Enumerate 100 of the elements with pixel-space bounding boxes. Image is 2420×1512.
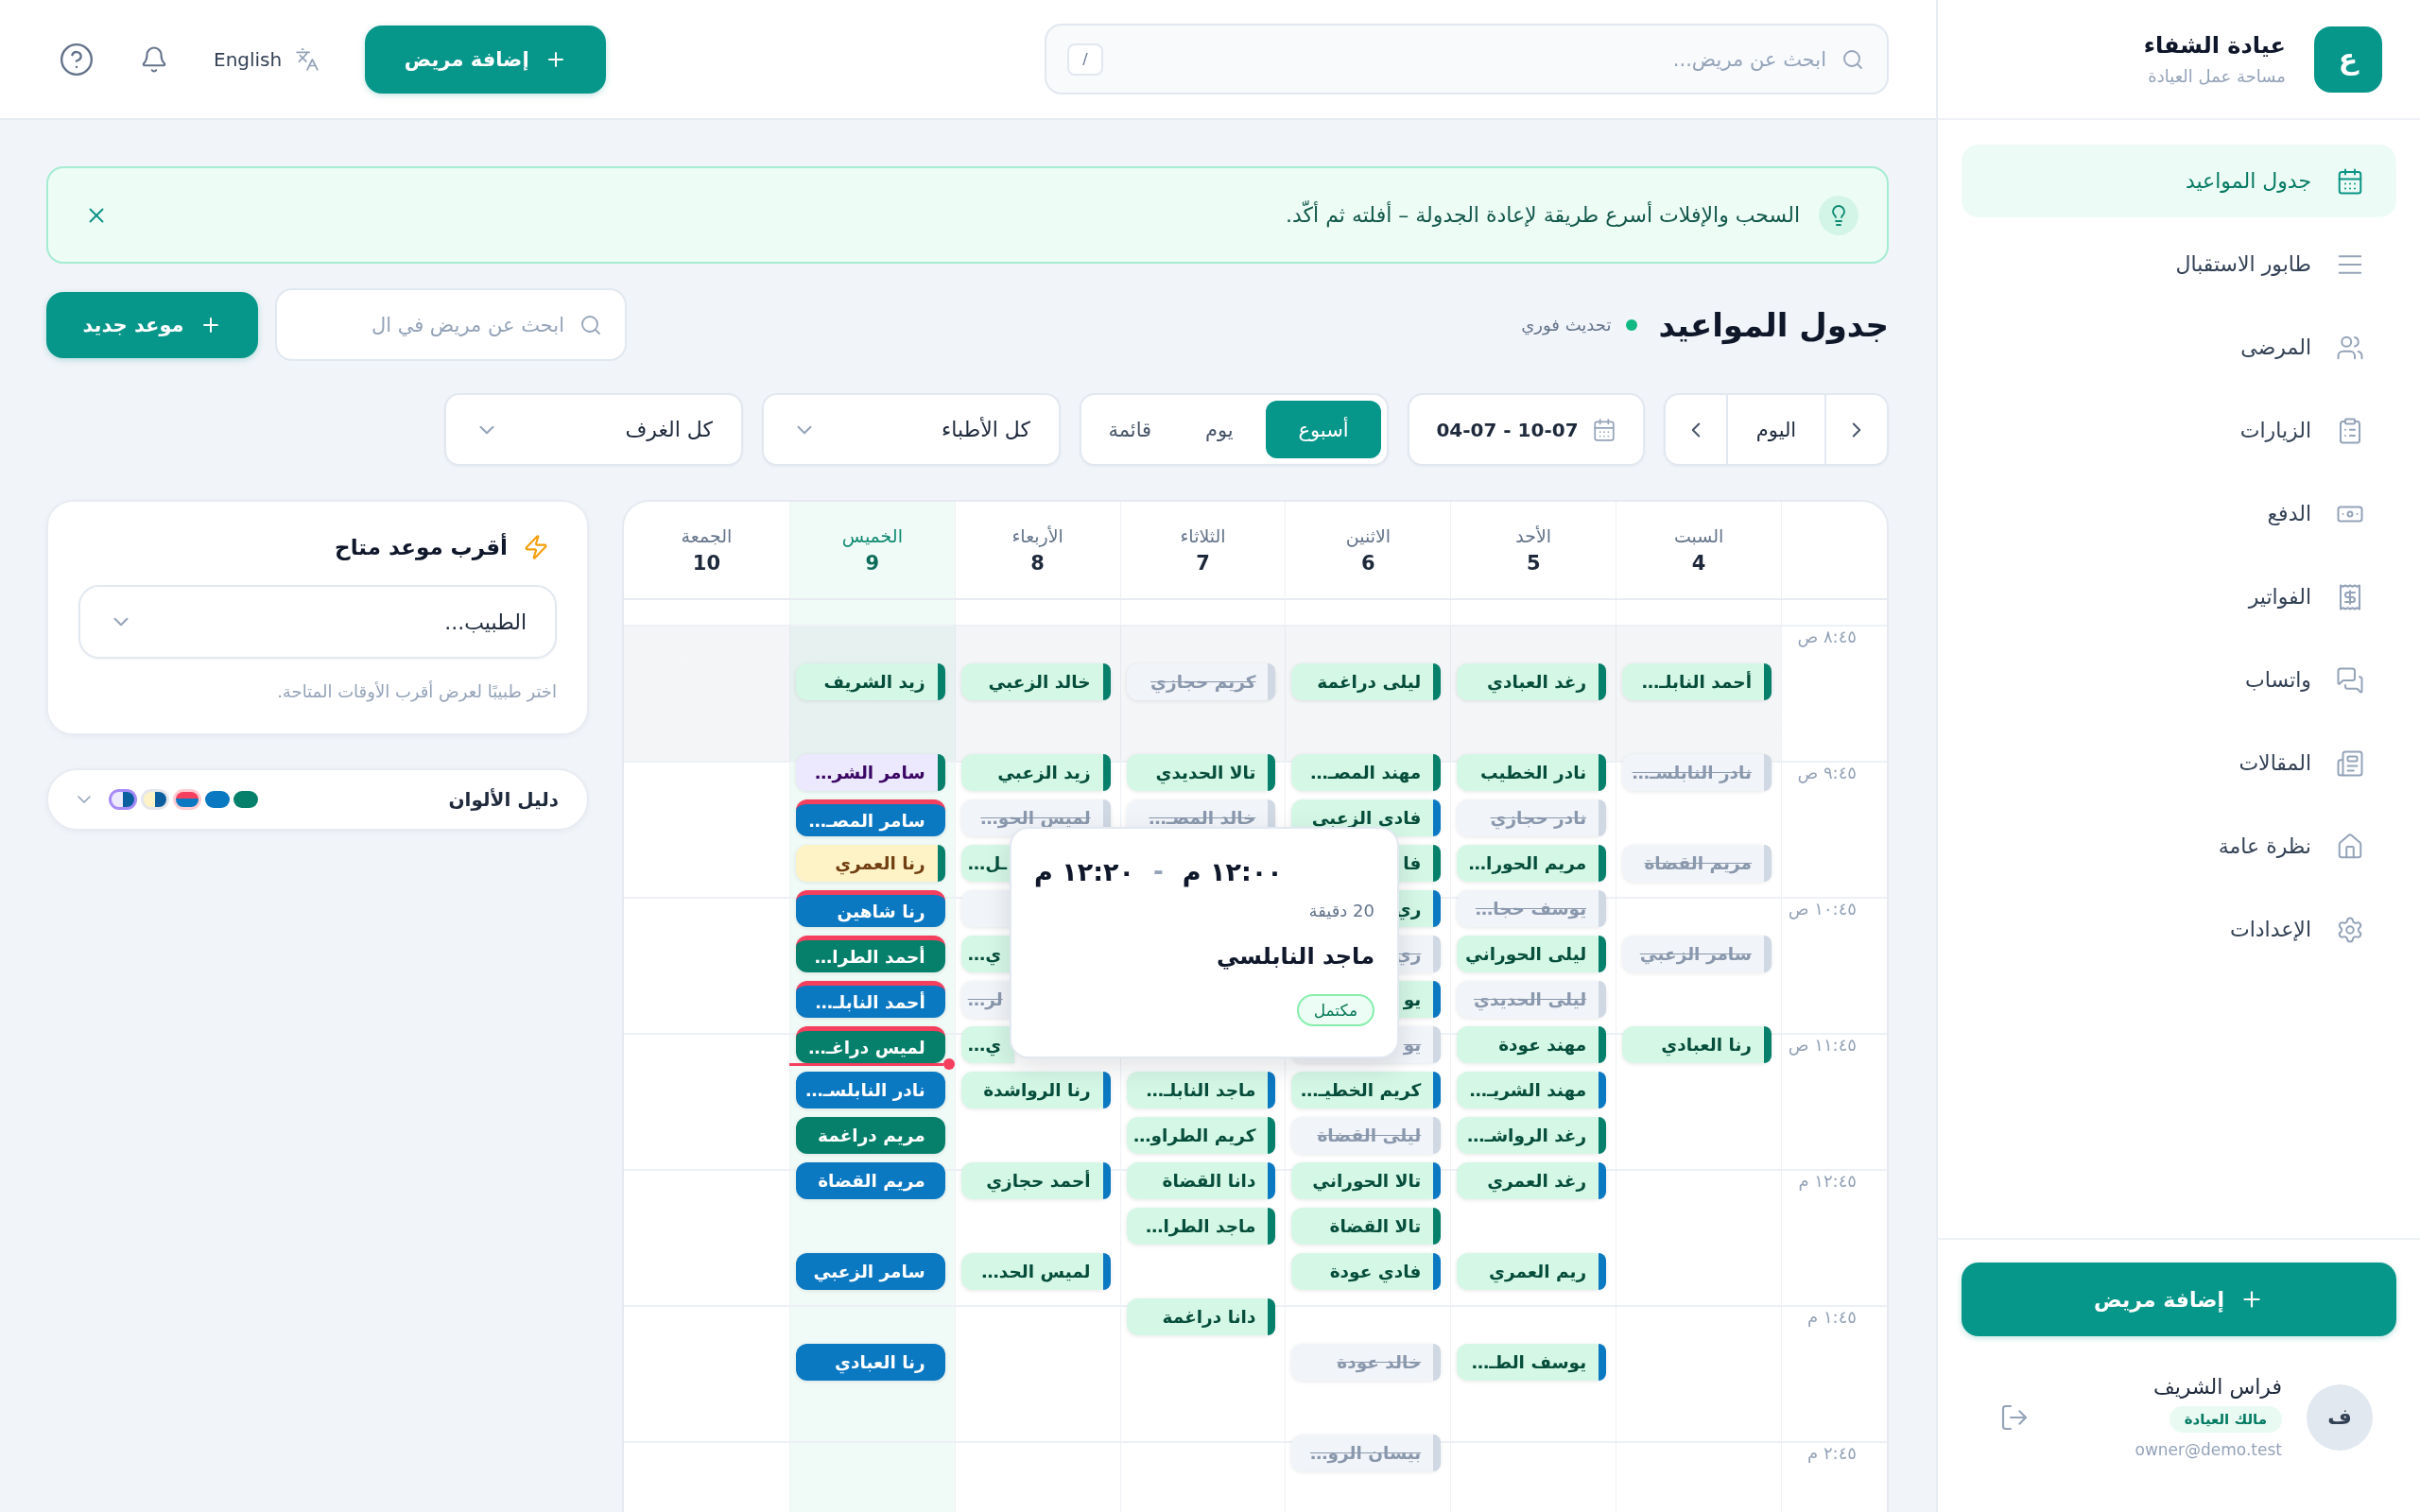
appointment-card[interactable]: أحمد النابلـ… <box>795 981 945 1018</box>
appointment-card[interactable]: زيد الزعبي <box>960 754 1111 791</box>
appointment-card[interactable]: ليلى الحوراني <box>1457 936 1607 972</box>
color-bar <box>1599 981 1607 1018</box>
appointment-card[interactable]: كريم الطراو… <box>1126 1117 1276 1154</box>
day-name: الثلاثاء <box>1180 525 1226 546</box>
nav-item[interactable]: نظرة عامة <box>1962 810 2396 883</box>
nav-item[interactable]: الفواتير <box>1962 560 2396 633</box>
add-patient-button[interactable]: إضافة مريض <box>1962 1263 2396 1336</box>
appointment-card[interactable]: مهند عودة <box>1457 1026 1607 1063</box>
appointment-card[interactable]: رنا العمري <box>795 845 945 882</box>
day-name: الأربعاء <box>1011 525 1063 546</box>
help-icon[interactable] <box>59 41 95 77</box>
add-patient-button[interactable]: إضافة مريض <box>365 25 607 94</box>
view-tab[interactable]: أسبوع <box>1266 401 1381 458</box>
appointment-card[interactable]: خالد الزعبي <box>960 663 1111 700</box>
today-button[interactable]: اليوم <box>1726 395 1826 464</box>
day-name: الخميس <box>841 525 903 546</box>
color-bar <box>1599 890 1607 927</box>
search-field[interactable]: ابحث عن مريض... / <box>1045 24 1889 94</box>
nav-item[interactable]: الإعدادات <box>1962 893 2396 966</box>
appointment-card[interactable]: دانا دراغمة <box>1126 1298 1276 1335</box>
appointment-card[interactable]: كريم الخطيـ… <box>1291 1072 1442 1108</box>
newspaper-icon <box>2336 748 2364 778</box>
appointment-card[interactable]: مهند الشريـ… <box>1457 1072 1607 1108</box>
appointment-card[interactable]: تالا الحديدي <box>1126 754 1276 791</box>
appointment-card[interactable]: ي… <box>960 1026 1014 1063</box>
nav-item[interactable]: واتساب <box>1962 644 2396 716</box>
color-bar <box>1599 799 1607 836</box>
appointment-card[interactable]: مريم الحورا… <box>1457 845 1607 882</box>
day-date: 4 <box>1691 552 1706 575</box>
day-date: 6 <box>1361 552 1375 575</box>
clinic-name: عيادة الشفاء <box>2143 32 2286 59</box>
status-badge: مكتمل <box>1296 994 1374 1026</box>
doctor-select[interactable]: الطبيب... <box>78 585 557 659</box>
patient-name: ماجد النابلسي <box>1217 943 1374 970</box>
appointment-card[interactable]: لميس الحد… <box>960 1253 1111 1290</box>
appointment-card[interactable]: ريم العمري <box>1457 1253 1607 1290</box>
appointment-card[interactable]: تالا الحوراني <box>1291 1162 1442 1199</box>
duration-text: 20 دقيقة <box>1308 901 1374 920</box>
appointment-card[interactable]: رنا شاهين <box>795 890 945 927</box>
appointment-card[interactable]: أحمد حجازي <box>960 1162 1111 1199</box>
appointment-card[interactable]: رنا الرواشدة <box>960 1072 1111 1108</box>
appointment-card[interactable]: أحمد النابلـ… <box>1622 663 1772 700</box>
appointment-card[interactable]: لميس دراغـ… <box>795 1026 945 1063</box>
color-legend[interactable]: دليل الألوان <box>46 768 589 831</box>
color-bar <box>1764 936 1772 972</box>
appointment-card[interactable]: يوسف الطـ… <box>1457 1344 1607 1381</box>
date-range-button[interactable]: 04-07 - 10-07 <box>1408 393 1645 466</box>
hour-label: ٨:٤٥ ص <box>1797 627 1857 646</box>
bell-icon[interactable] <box>140 44 168 74</box>
appointment-card[interactable]: دانا القضاة <box>1126 1162 1276 1199</box>
appointment-card[interactable]: ماجد الطرا… <box>1126 1208 1276 1245</box>
appointment-card[interactable]: تالا القضاة <box>1291 1208 1442 1245</box>
appointment-card[interactable]: زيد الشريف <box>795 663 945 700</box>
appointment-card[interactable]: رغد العمري <box>1457 1162 1607 1199</box>
view-tab[interactable]: يوم <box>1176 401 1262 458</box>
color-bar <box>1433 1026 1442 1063</box>
appointment-card[interactable]: مهند المصـ… <box>1291 754 1442 791</box>
nav-item[interactable]: المقالات <box>1962 727 2396 799</box>
live-status-label: تحديث فوري <box>1521 315 1612 335</box>
appointment-card[interactable]: نادر الخطيب <box>1457 754 1607 791</box>
appointment-card[interactable]: أحمد الطرا… <box>795 936 945 972</box>
room-filter-select[interactable]: كل الغرف <box>444 393 743 466</box>
appointment-card[interactable]: رغد العبادي <box>1457 663 1607 700</box>
hour-label: ٢:٤٥ م <box>1807 1443 1857 1463</box>
nav-item[interactable]: الزيارات <box>1962 394 2396 467</box>
settings-icon <box>2336 915 2364 944</box>
appointment-card[interactable]: مريم دراغمة <box>795 1117 945 1154</box>
legend-title: دليل الألوان <box>448 788 559 811</box>
calendar-icon <box>2336 166 2364 196</box>
page-title: جدول المواعيد <box>1658 305 1889 344</box>
appointment-card[interactable]: سامر المصـ… <box>795 799 945 836</box>
appointment-card[interactable]: فادي عودة <box>1291 1253 1442 1290</box>
house-icon <box>2336 832 2364 861</box>
role-badge: مالك العيادة <box>2169 1406 2282 1433</box>
doctor-filter-select[interactable]: كل الأطباء <box>762 393 1061 466</box>
appointment-card[interactable]: مريم القضاة <box>795 1162 945 1199</box>
nav-item[interactable]: جدول المواعيد <box>1962 145 2396 217</box>
status-dot-icon <box>1626 318 1638 331</box>
appointment-card[interactable]: ليلى دراغمة <box>1291 663 1442 700</box>
appointment-card[interactable]: رنا العبادي <box>795 1344 945 1381</box>
appointment-card[interactable]: ماجد النابلـ… <box>1126 1072 1276 1108</box>
nav-item[interactable]: طابور الاستقبال <box>1962 228 2396 301</box>
appointment-card[interactable]: نادر النابلسـ… <box>795 1072 945 1108</box>
language-button[interactable]: English <box>214 46 320 72</box>
appointment-card[interactable]: رغد الرواشـ… <box>1457 1117 1607 1154</box>
search-input[interactable]: ابحث عن مريض في ال <box>298 305 564 344</box>
shortcut-key: / <box>1067 43 1103 76</box>
search-input[interactable]: ابحث عن مريض... <box>1118 40 1826 78</box>
patient-search-field[interactable]: ابحث عن مريض في ال <box>275 288 627 361</box>
appointment-card[interactable]: سامر الشر… <box>795 754 945 791</box>
new-appointment-button[interactable]: موعد جديد <box>46 291 258 358</box>
nav-item[interactable]: المرضى <box>1962 311 2396 384</box>
appointment-card[interactable]: سامر الزعبي <box>795 1253 945 1290</box>
view-tab[interactable]: قائمة <box>1087 401 1173 458</box>
appointment-card[interactable]: رنا العبادي <box>1622 1026 1772 1063</box>
nav-item[interactable]: الدفع <box>1962 477 2396 550</box>
color-bar <box>1433 1344 1442 1381</box>
hour-label: ١٠:٤٥ ص <box>1788 899 1857 919</box>
